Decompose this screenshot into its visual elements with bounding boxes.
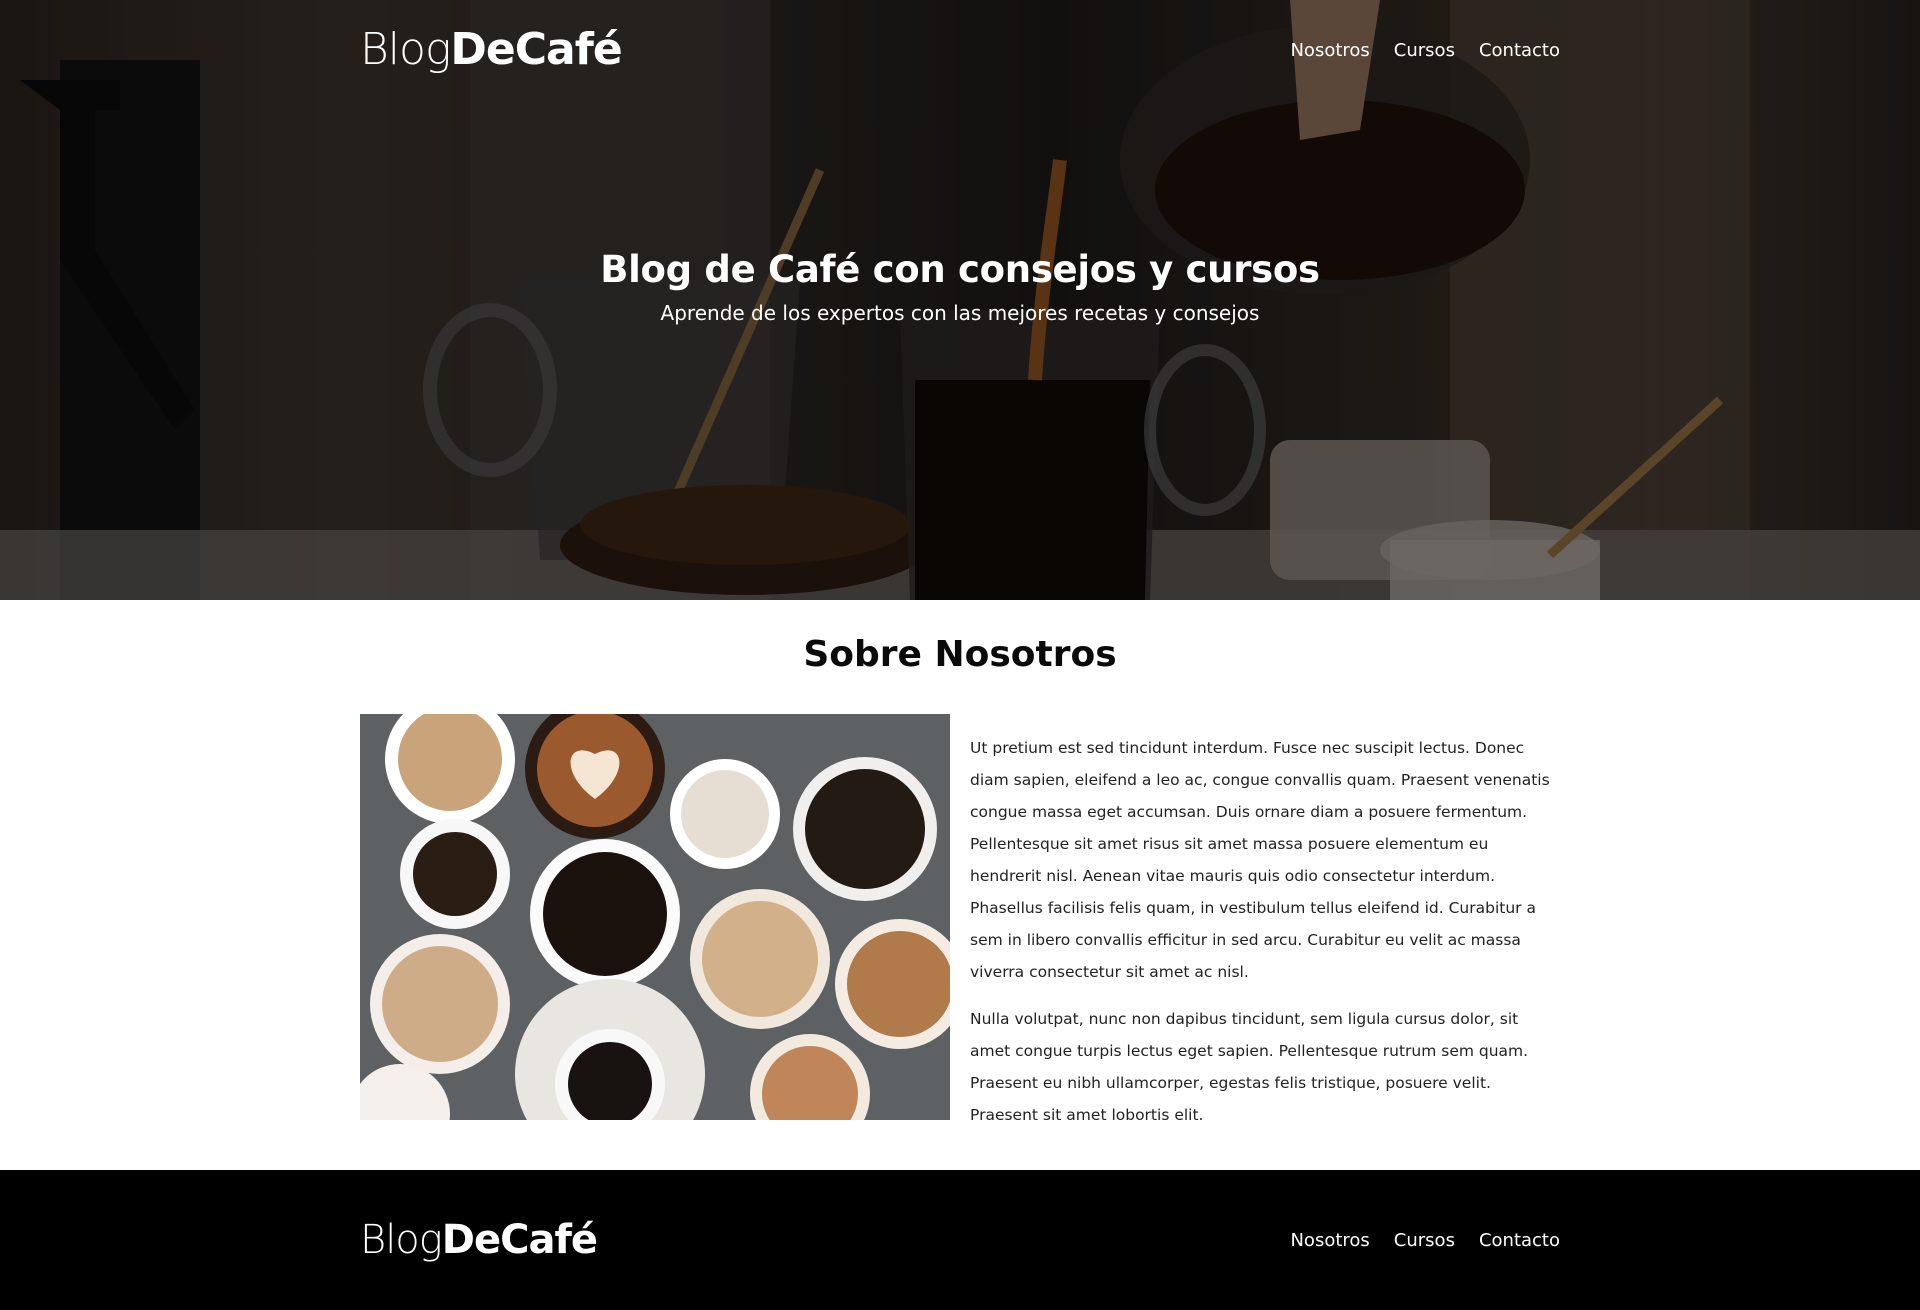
nav-link-cursos[interactable]: Cursos: [1394, 40, 1455, 61]
hero-text: Blog de Café con consejos y cursos Apren…: [0, 248, 1920, 325]
site-footer: BlogDeCafé Nosotros Cursos Contacto: [0, 1170, 1920, 1310]
footer-logo[interactable]: BlogDeCafé: [360, 1217, 598, 1263]
footer-logo-bold-text: DeCafé: [441, 1217, 598, 1263]
footer-nav: Nosotros Cursos Contacto: [1290, 1230, 1560, 1251]
about-title: Sobre Nosotros: [803, 634, 1117, 675]
about-paragraph-2: Nulla volutpat, nunc non dapibus tincidu…: [970, 1010, 1529, 1124]
nav-link-nosotros[interactable]: Nosotros: [1290, 40, 1369, 61]
main-nav: Nosotros Cursos Contacto: [1290, 40, 1560, 61]
logo-light-text: Blog: [360, 24, 451, 75]
site-header: BlogDeCafé Nosotros Cursos Contacto: [360, 18, 1560, 82]
footer-link-nosotros[interactable]: Nosotros: [1290, 1230, 1369, 1251]
hero-title: Blog de Café con consejos y cursos: [600, 248, 1320, 291]
hero-subtitle: Aprende de los expertos con las mejores …: [660, 301, 1260, 325]
coffee-cups-image: [360, 714, 950, 1120]
footer-link-cursos[interactable]: Cursos: [1394, 1230, 1455, 1251]
footer-logo-light-text: Blog: [360, 1217, 443, 1263]
about-paragraph-1: Ut pretium est sed tincidunt interdum. F…: [970, 739, 1550, 981]
footer-bar: BlogDeCafé Nosotros Cursos Contacto: [360, 1208, 1560, 1272]
hero-section: BlogDeCafé Nosotros Cursos Contacto Blog…: [0, 0, 1920, 600]
about-section: Sobre Nosotros Ut pretium est sed tincid…: [0, 600, 1920, 1170]
footer-link-contacto[interactable]: Contacto: [1479, 1230, 1560, 1251]
about-text: Ut pretium est sed tincidunt interdum. F…: [970, 732, 1562, 1131]
site-logo[interactable]: BlogDeCafé: [360, 28, 623, 72]
about-image: [360, 714, 950, 1120]
logo-bold-text: DeCafé: [450, 24, 622, 75]
nav-link-contacto[interactable]: Contacto: [1479, 40, 1560, 61]
